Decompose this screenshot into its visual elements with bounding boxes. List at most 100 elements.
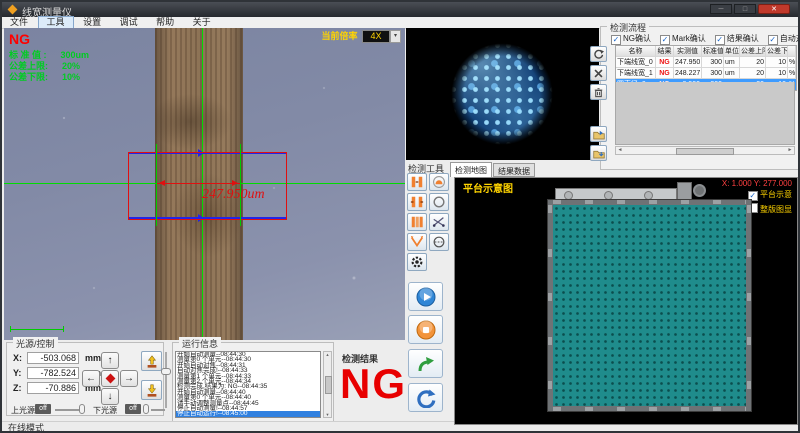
axis-unit: mm xyxy=(85,353,101,363)
save-image-button[interactable] xyxy=(590,126,607,142)
log-line-selected[interactable]: 停止自动运行!--08:45:00 xyxy=(176,411,320,416)
pitch-icon xyxy=(410,215,424,229)
tool-arc-button[interactable] xyxy=(429,173,449,191)
delete-button[interactable] xyxy=(590,65,607,81)
checkbox-label: 平台示意 xyxy=(760,190,792,199)
menu-about[interactable]: 关于 xyxy=(185,17,219,28)
axis-label: Y: xyxy=(13,368,21,378)
scroll-down-icon[interactable]: ▼ xyxy=(324,412,331,417)
minimize-button[interactable]: ─ xyxy=(710,4,732,14)
start-button[interactable] xyxy=(408,282,443,311)
menu-tools[interactable]: 工具 xyxy=(39,17,73,28)
axis-y-value[interactable]: -782.524 xyxy=(27,367,79,379)
cell-tol-upper: 20 xyxy=(740,57,766,68)
axis-z-value[interactable]: -70.886 xyxy=(27,382,79,394)
tool-pitch-button[interactable] xyxy=(407,213,427,231)
scroll-up-icon[interactable]: ▲ xyxy=(324,352,331,357)
clear-list-button[interactable] xyxy=(590,84,607,100)
tool-linewidth-button[interactable] xyxy=(407,173,427,191)
cell-name: 下端线宽_1 xyxy=(616,68,656,79)
dashed-circle-icon xyxy=(432,235,446,249)
top-light-slider[interactable] xyxy=(79,404,85,414)
maximize-button[interactable]: □ xyxy=(734,4,756,14)
jog-home-button[interactable] xyxy=(101,370,119,387)
green-arrow-icon xyxy=(416,354,436,374)
checkbox-mark-confirm[interactable]: ✓Mark确认 xyxy=(660,33,706,45)
checkbox-platform-view[interactable]: ✓ 平台示意 xyxy=(748,189,792,201)
close-button[interactable]: ✕ xyxy=(758,4,790,14)
tool-dashed-circle-button[interactable] xyxy=(429,233,449,251)
bottom-light-slider[interactable] xyxy=(143,404,149,414)
tool-circle-button[interactable] xyxy=(429,193,449,211)
camera-view[interactable]: 247.950um NG 标 准 值 :300um 公差上限:20% 公差下限:… xyxy=(4,28,405,340)
microscope-view[interactable] xyxy=(437,29,567,159)
cell-standard: 300 xyxy=(702,57,724,68)
axis-x-value[interactable]: -503.068 xyxy=(27,352,79,364)
stop-button[interactable] xyxy=(408,315,443,344)
jog-right-button[interactable]: → xyxy=(120,370,138,387)
measure-roi-rect[interactable] xyxy=(128,152,287,220)
scroll-right-icon[interactable]: ► xyxy=(786,147,794,154)
inspection-flow-group: 检测流程 ✓NG确认 ✓Mark确认 ✓结果确认 ✓自动对焦 名称 结果 实测值… xyxy=(600,26,799,170)
check-icon: ✓ xyxy=(715,35,725,45)
arc-icon xyxy=(432,175,446,189)
check-icon: ✓ xyxy=(660,35,670,45)
jog-left-button[interactable]: ← xyxy=(82,370,100,387)
jog-up-button[interactable]: ↑ xyxy=(101,352,119,369)
checkbox-full-panel-view[interactable]: 整版图显 xyxy=(748,203,792,215)
menu-file[interactable]: 文件 xyxy=(2,17,36,28)
tool-grid xyxy=(407,173,451,271)
checkbox-ng-confirm[interactable]: ✓NG确认 xyxy=(611,33,651,45)
bottom-light-toggle[interactable]: off xyxy=(125,404,141,414)
jog-down-button[interactable]: ↓ xyxy=(101,388,119,405)
tool-angle-button[interactable] xyxy=(429,213,449,231)
menu-debug[interactable]: 调试 xyxy=(112,17,146,28)
top-light-label: 上光源 xyxy=(11,405,35,416)
cell-unit: um xyxy=(724,68,740,79)
menu-help[interactable]: 帮助 xyxy=(148,17,182,28)
camera-result-badge: NG xyxy=(9,31,30,47)
checkbox-autofocus[interactable]: ✓自动对焦 xyxy=(768,33,800,45)
circle-icon xyxy=(432,195,446,209)
cell-extra: % xyxy=(788,68,796,79)
checkbox-label: 整版图显 xyxy=(760,205,792,214)
refresh-icon xyxy=(416,388,436,408)
light-control-group: 光源/控制 X: -503.068 mm Y: -782.524 mm Z: -… xyxy=(6,342,164,416)
table-hscrollbar[interactable]: ◄ ► xyxy=(615,146,795,155)
magnification-select[interactable]: 4X xyxy=(362,30,390,43)
scroll-thumb[interactable] xyxy=(676,148,734,155)
tab-inspection-map[interactable]: 检测地图 xyxy=(450,162,492,177)
scroll-left-icon[interactable]: ◄ xyxy=(616,147,624,154)
board-edge-tabs xyxy=(747,205,751,406)
tool-gap-button[interactable] xyxy=(407,193,427,211)
focus-slider[interactable] xyxy=(161,368,171,375)
measurement-value: 247.950um xyxy=(202,187,265,203)
checkbox-result-confirm[interactable]: ✓结果确认 xyxy=(715,33,759,45)
jump-button[interactable] xyxy=(408,349,443,378)
open-folder-button[interactable] xyxy=(590,145,607,161)
tool-corner-button[interactable] xyxy=(407,233,427,251)
tol-lower-label: 公差下限: xyxy=(9,72,48,82)
table-actions xyxy=(590,46,607,164)
col-extra xyxy=(788,46,796,57)
checkbox-label: 自动对焦 xyxy=(780,34,800,43)
col-tol-upper: 公差上限 xyxy=(740,46,766,57)
menu-settings[interactable]: 设置 xyxy=(75,17,109,28)
home-star-icon xyxy=(105,374,115,384)
tab-result-data[interactable]: 结果数据 xyxy=(493,163,535,177)
table-row[interactable]: 下端线宽_1 NG 248.227 300 um 20 10 % xyxy=(616,68,796,79)
chevron-down-icon[interactable]: ▾ xyxy=(390,30,401,43)
tool-settings-button[interactable] xyxy=(407,253,427,271)
log-vscrollbar[interactable]: ▲ ▼ xyxy=(323,351,332,418)
z-down-button[interactable] xyxy=(141,380,162,400)
run-log-list[interactable]: 开始自动测量--08:44:30 测量第0 个单元--08:44:30 开始自动… xyxy=(175,351,321,418)
pcb-board-map[interactable] xyxy=(548,200,751,411)
z-up-button[interactable] xyxy=(141,351,162,371)
folder-open-icon xyxy=(593,148,605,159)
retest-button[interactable] xyxy=(590,46,607,62)
top-light-toggle[interactable]: off xyxy=(35,404,51,414)
scroll-thumb[interactable] xyxy=(325,376,332,394)
reset-button[interactable] xyxy=(408,383,443,412)
table-row[interactable]: 下端线宽_0 NG 247.950 300 um 20 10 % xyxy=(616,57,796,68)
stop-icon xyxy=(416,320,436,340)
